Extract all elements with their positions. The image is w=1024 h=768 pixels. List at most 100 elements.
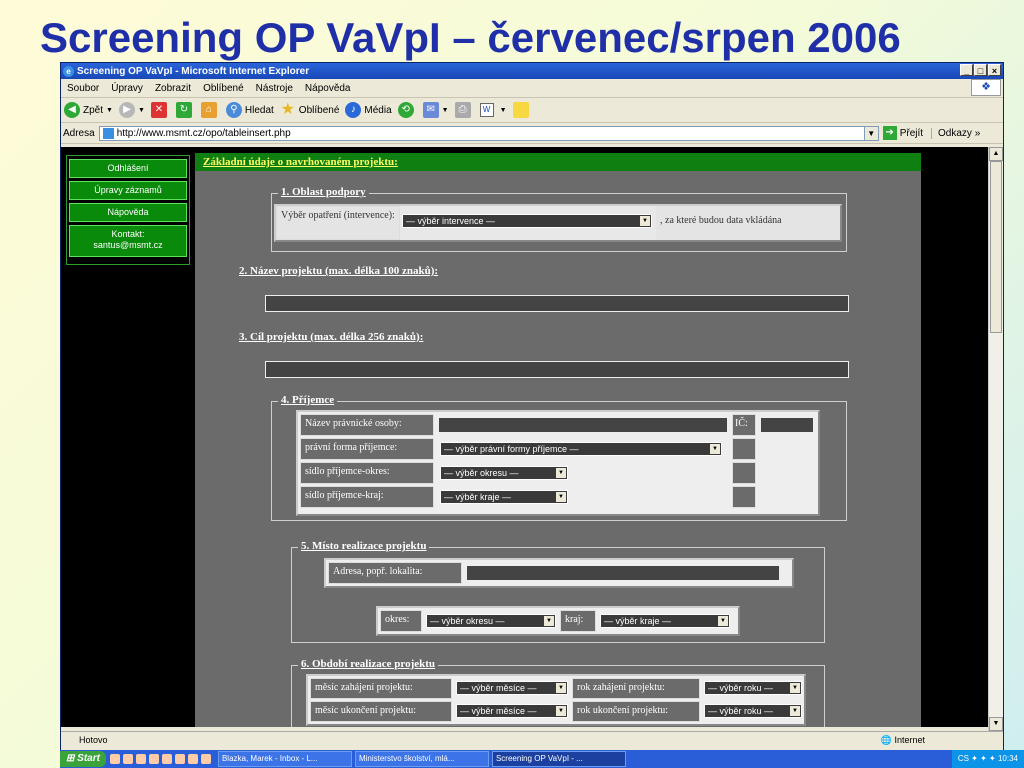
quicklaunch-icon[interactable] xyxy=(122,754,133,764)
back-button[interactable]: ◀ Zpět ▼ xyxy=(64,102,113,118)
address-input[interactable] xyxy=(466,565,780,581)
location-table: okres: — výběr okresu — ▼ kraj: — výběr … xyxy=(376,606,740,636)
nav-contact-email: santus@msmt.cz xyxy=(93,240,163,250)
intervention-select[interactable]: — výběr intervence — ▼ xyxy=(402,214,652,228)
task-screening[interactable]: Screening OP VaVpI - ... xyxy=(491,751,626,767)
start-year-value: — výběr roku — xyxy=(708,683,774,693)
home-button[interactable]: ⌂ xyxy=(200,102,220,118)
quicklaunch-icon[interactable] xyxy=(174,754,185,764)
region-label: sídlo příjemce-kraj: xyxy=(300,486,434,508)
back-arrow-icon: ◀ xyxy=(64,102,80,118)
media-button[interactable]: ♪ Média xyxy=(345,102,392,118)
intervention-select-value: — výběr intervence — xyxy=(406,216,496,226)
ic-input[interactable] xyxy=(760,417,814,433)
section-6-legend: 6. Období realizace projektu xyxy=(298,658,439,670)
history-button[interactable]: ⟲ xyxy=(397,102,417,118)
scroll-thumb[interactable] xyxy=(990,161,1002,333)
menu-upravy[interactable]: Úpravy xyxy=(105,83,149,94)
region-select[interactable]: — výběr kraje — ▼ xyxy=(440,490,568,504)
district-select[interactable]: — výběr okresu — ▼ xyxy=(440,466,568,480)
chevron-down-icon: ▼ xyxy=(137,106,145,114)
quicklaunch-icon[interactable] xyxy=(135,754,146,764)
search-label: Hledat xyxy=(244,104,274,116)
start-month-select[interactable]: — výběr měsíce — ▼ xyxy=(456,681,568,695)
side-navigation: Odhlášení Úpravy záznamů Nápověda Kontak… xyxy=(66,155,190,265)
task-msmt[interactable]: Ministerstvo školství, mlá... xyxy=(354,751,489,767)
scroll-down-icon[interactable]: ▼ xyxy=(989,717,1003,731)
location-region-select[interactable]: — výběr kraje — ▼ xyxy=(600,614,730,628)
go-arrow-icon: ➔ xyxy=(882,126,897,140)
legal-form-label: právní forma příjemce: xyxy=(300,438,434,460)
edit-button[interactable]: W ▼ xyxy=(479,103,507,117)
start-year-select[interactable]: — výběr roku — ▼ xyxy=(704,681,802,695)
print-button[interactable]: ⎙ xyxy=(454,102,474,118)
project-goal-input[interactable] xyxy=(265,361,849,378)
intervention-table: Výběr opatření (intervence): — výběr int… xyxy=(274,204,842,242)
address-label: Adresa xyxy=(63,127,95,139)
minimize-button[interactable]: _ xyxy=(960,64,973,76)
project-name-heading: 2. Název projektu (max. délka 100 znaků)… xyxy=(239,265,439,277)
start-year-label: rok zahájení projektu: xyxy=(572,678,700,699)
stop-button[interactable]: ✕ xyxy=(150,102,170,118)
quicklaunch-icon[interactable] xyxy=(187,754,198,764)
period-table: měsíc zahájení projektu: — výběr měsíce … xyxy=(306,674,806,726)
chevron-down-icon: ▼ xyxy=(556,492,566,502)
ie-icon: e xyxy=(63,65,74,77)
address-input[interactable]: http://www.msmt.cz/opo/tableinsert.php ▼ xyxy=(98,125,879,141)
maximize-button[interactable]: □ xyxy=(974,64,987,76)
refresh-button[interactable]: ↻ xyxy=(175,102,195,118)
quicklaunch-icon[interactable] xyxy=(109,754,120,764)
legal-form-select[interactable]: — výběr právní formy příjemce — ▼ xyxy=(440,442,722,456)
quicklaunch-icon[interactable] xyxy=(200,754,211,764)
location-district-select[interactable]: — výběr okresu — ▼ xyxy=(426,614,556,628)
district-spacer xyxy=(732,462,756,484)
org-name-input[interactable] xyxy=(438,417,728,433)
menu-oblibene[interactable]: Oblíbené xyxy=(197,83,250,94)
end-month-label: měsíc ukončení projektu: xyxy=(310,701,452,722)
window-title: Screening OP VaVpI - Microsoft Internet … xyxy=(77,65,310,77)
nav-help[interactable]: Nápověda xyxy=(69,203,187,222)
mail-button[interactable]: ✉ ▼ xyxy=(422,102,449,118)
scroll-up-icon[interactable]: ▲ xyxy=(989,147,1003,161)
quicklaunch-icon[interactable] xyxy=(161,754,172,764)
security-zone: 🌐 Internet xyxy=(881,735,925,746)
chevron-down-icon: ▼ xyxy=(556,683,566,693)
ic-label: IČ: xyxy=(732,414,756,436)
recipient-table: Název právnické osoby: IČ: právní forma … xyxy=(296,410,820,516)
links-button[interactable]: Odkazy » xyxy=(931,127,980,139)
nav-edit-records[interactable]: Úpravy záznamů xyxy=(69,181,187,200)
windows-flag-icon: ⊞ xyxy=(66,753,75,764)
project-name-input[interactable] xyxy=(265,295,849,312)
menu-soubor[interactable]: Soubor xyxy=(61,83,105,94)
start-button[interactable]: ⊞ Start xyxy=(60,751,106,767)
task-outlook[interactable]: Blazka, Marek - Inbox - L... xyxy=(217,751,352,767)
close-button[interactable]: × xyxy=(988,64,1001,76)
location-district-value: — výběr okresu — xyxy=(430,616,505,626)
forward-button[interactable]: ▶ ▼ xyxy=(118,102,145,118)
window-titlebar[interactable]: e Screening OP VaVpI - Microsoft Interne… xyxy=(61,63,1003,79)
menu-napoveda[interactable]: Nápověda xyxy=(299,83,357,94)
vertical-scrollbar[interactable]: ▲ ▼ xyxy=(988,147,1003,731)
district-select-value: — výběr okresu — xyxy=(444,468,519,478)
nav-logout[interactable]: Odhlášení xyxy=(69,159,187,178)
language-indicator[interactable]: CS xyxy=(958,754,969,763)
media-icon: ♪ xyxy=(345,102,362,118)
section-5-legend: 5. Místo realizace projektu xyxy=(298,540,430,552)
go-label: Přejít xyxy=(899,127,924,139)
end-month-select[interactable]: — výběr měsíce — ▼ xyxy=(456,704,568,718)
favorites-button[interactable]: ★ Oblíbené xyxy=(280,102,340,118)
chevron-down-icon[interactable]: ▼ xyxy=(863,126,878,140)
go-button[interactable]: ➔ Přejít xyxy=(882,126,924,140)
end-year-select[interactable]: — výběr roku — ▼ xyxy=(704,704,802,718)
start-month-value: — výběr měsíce — xyxy=(460,683,537,693)
section-oblast-podpory: 1. Oblast podpory Výběr opatření (interv… xyxy=(271,186,847,252)
nav-contact[interactable]: Kontakt: santus@msmt.cz xyxy=(69,225,187,257)
printer-icon: ⎙ xyxy=(454,102,471,118)
address-url: http://www.msmt.cz/opo/tableinsert.php xyxy=(116,127,291,139)
messenger-button[interactable] xyxy=(512,102,532,118)
search-button[interactable]: ⚲ Hledat xyxy=(225,102,274,118)
menu-zobrazit[interactable]: Zobrazit xyxy=(149,83,197,94)
quicklaunch-icon[interactable] xyxy=(148,754,159,764)
refresh-icon: ↻ xyxy=(175,102,192,118)
menu-nastroje[interactable]: Nástroje xyxy=(250,83,299,94)
